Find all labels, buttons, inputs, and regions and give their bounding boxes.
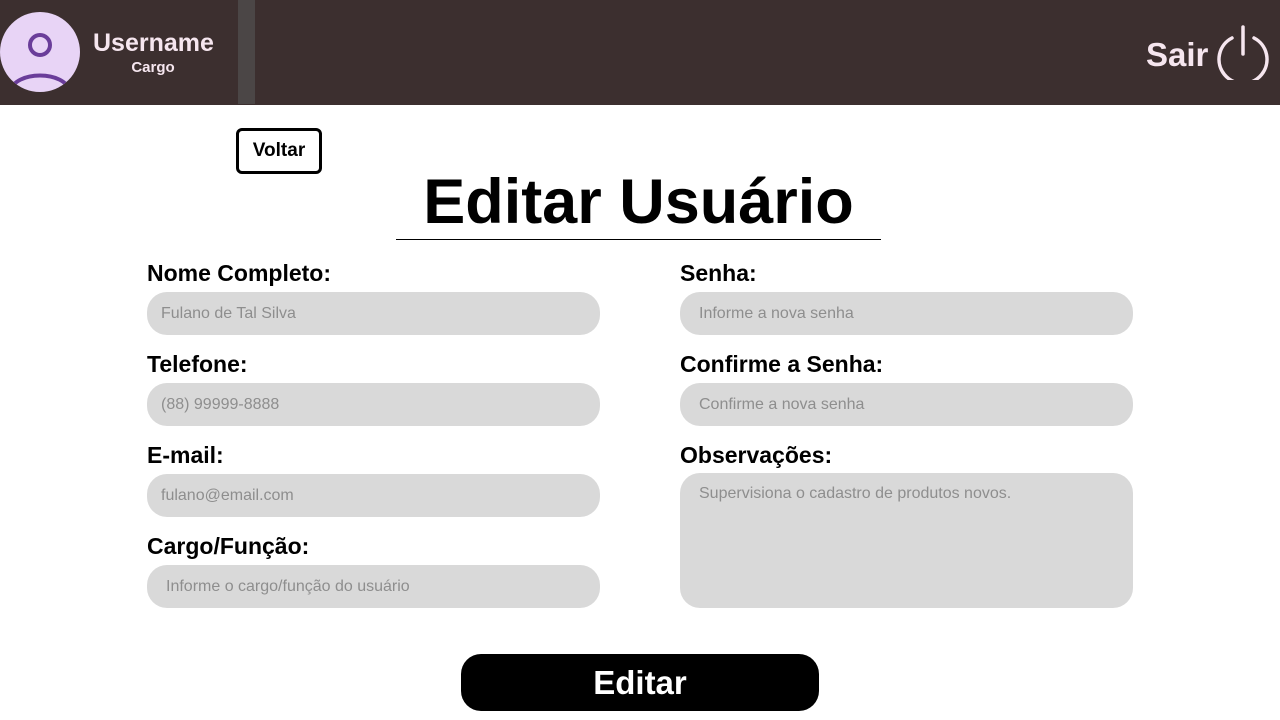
full-name-label: Nome Completo:	[147, 260, 331, 286]
full-name-input[interactable]: Fulano de Tal Silva	[147, 292, 600, 335]
role-label: Cargo/Função:	[147, 533, 310, 559]
page-title: Editar Usuário	[396, 166, 881, 240]
phone-input[interactable]: (88) 99999-8888	[147, 383, 600, 426]
password-label: Senha:	[680, 260, 757, 286]
confirm-password-input[interactable]: Confirme a nova senha	[680, 383, 1133, 426]
header-divider	[238, 0, 255, 104]
email-input[interactable]: fulano@email.com	[147, 474, 600, 517]
email-label: E-mail:	[147, 442, 224, 468]
power-icon[interactable]	[1215, 24, 1271, 80]
logout-label[interactable]: Sair	[1146, 36, 1208, 74]
back-button[interactable]: Voltar	[236, 128, 322, 174]
confirm-password-label: Confirme a Senha:	[680, 351, 884, 377]
phone-label: Telefone:	[147, 351, 248, 377]
user-icon	[8, 33, 72, 92]
notes-textarea[interactable]: Supervisiona o cadastro de produtos novo…	[680, 473, 1133, 608]
user-role: Cargo	[131, 59, 175, 76]
edit-button[interactable]: Editar	[461, 654, 819, 711]
user-avatar[interactable]	[0, 12, 80, 92]
role-input[interactable]: Informe o cargo/função do usuário	[147, 565, 600, 608]
user-name: Username	[93, 29, 214, 57]
notes-label: Observações:	[680, 442, 833, 468]
top-bar: Username Cargo Sair	[0, 0, 1280, 105]
password-input[interactable]: Informe a nova senha	[680, 292, 1133, 335]
